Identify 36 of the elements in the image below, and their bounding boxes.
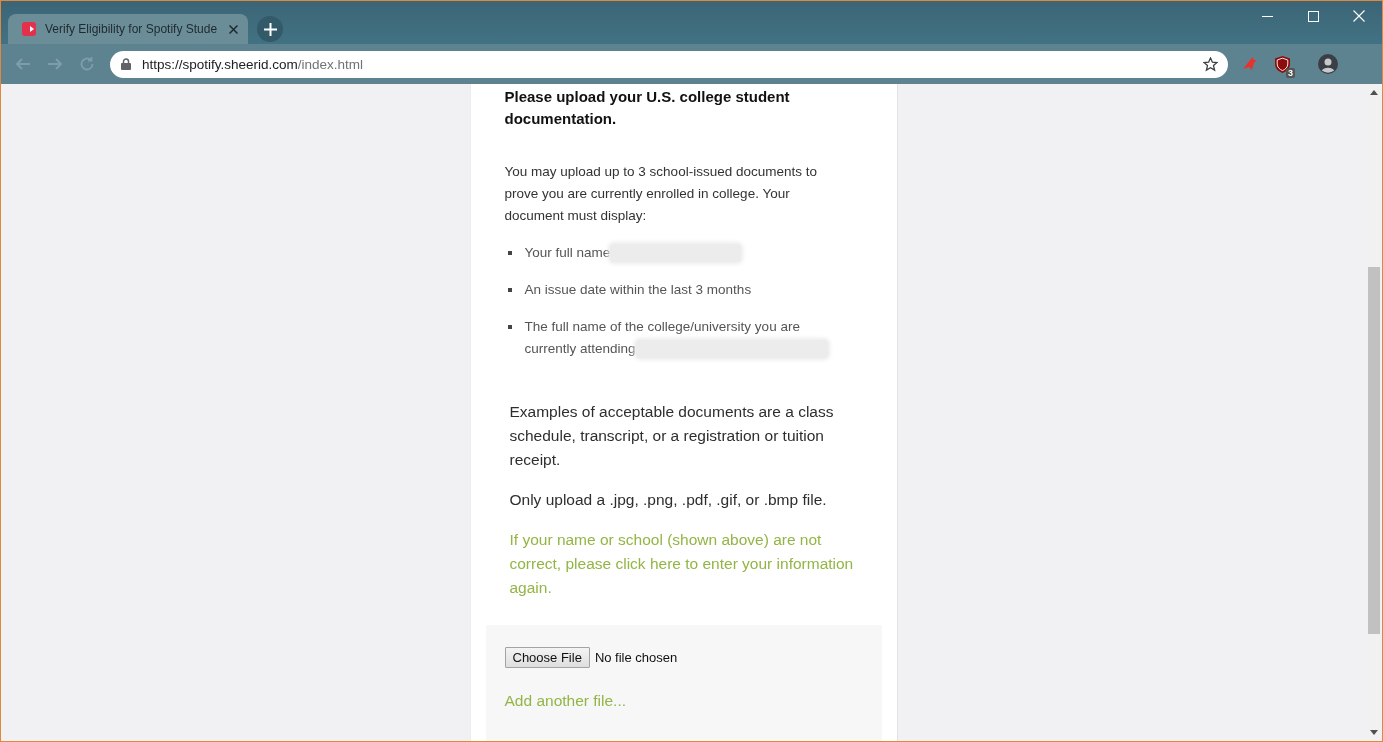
browser-tab[interactable]: Verify Eligibility for Spotify Stude [8, 14, 248, 44]
bullet-icon [507, 251, 512, 255]
maximize-icon [1307, 10, 1319, 22]
shield-icon[interactable] [1274, 55, 1290, 73]
file-status-text: No file chosen [594, 650, 678, 665]
scroll-down-icon[interactable] [1370, 730, 1378, 735]
choose-file-button[interactable]: Choose File [504, 647, 590, 668]
forward-arrow-icon [47, 56, 63, 72]
logo-icon [22, 22, 36, 36]
star-icon[interactable] [1203, 56, 1218, 72]
avatar-icon[interactable] [1318, 54, 1338, 74]
reload-icon [79, 56, 95, 72]
scroll-up-icon[interactable] [1370, 90, 1378, 95]
tab-title: Verify Eligibility for Spotify Stude [45, 22, 219, 36]
requirement-text: An issue date within the last 3 months [524, 282, 752, 297]
intro-text: You may upload up to 3 school-issued documents to prove you are currently enrolled in college. Your document must display: [504, 163, 818, 225]
add-file-link[interactable]: Add another file... [504, 689, 626, 713]
close-icon [1353, 10, 1365, 22]
bullet-icon [507, 288, 512, 292]
plus-icon [263, 22, 277, 36]
file-types-text: Only upload a .jpg, .png, .pdf, .gif, or .bmp file. [509, 490, 828, 510]
requirement-text: The full name of the college/university you are currently attending [524, 319, 800, 356]
url-text: https://spotify.sheerid.com/index.html [142, 56, 365, 72]
bullet-icon [507, 325, 512, 329]
scrollbar-thumb[interactable] [1368, 267, 1380, 634]
new-tab-button[interactable] [257, 16, 283, 42]
reenter-info-link[interactable]: If your name or school (shown above) are not correct, please click here to enter your information again. [509, 528, 868, 600]
page-heading: Please upload your U.S. college student documentation. [504, 87, 791, 129]
examples-text: Examples of acceptable documents are a class schedule, transcript, or a registration or tuition receipt. [509, 402, 835, 470]
minimize-icon [1261, 15, 1273, 17]
extension-badge: 3 [1286, 68, 1295, 78]
back-arrow-icon [15, 56, 31, 72]
requirement-text: Your full name [524, 245, 611, 260]
lock-icon [121, 58, 131, 70]
address-field[interactable]: https://spotify.sheerid.com/index.html [110, 50, 1228, 78]
close-icon[interactable] [229, 24, 238, 34]
